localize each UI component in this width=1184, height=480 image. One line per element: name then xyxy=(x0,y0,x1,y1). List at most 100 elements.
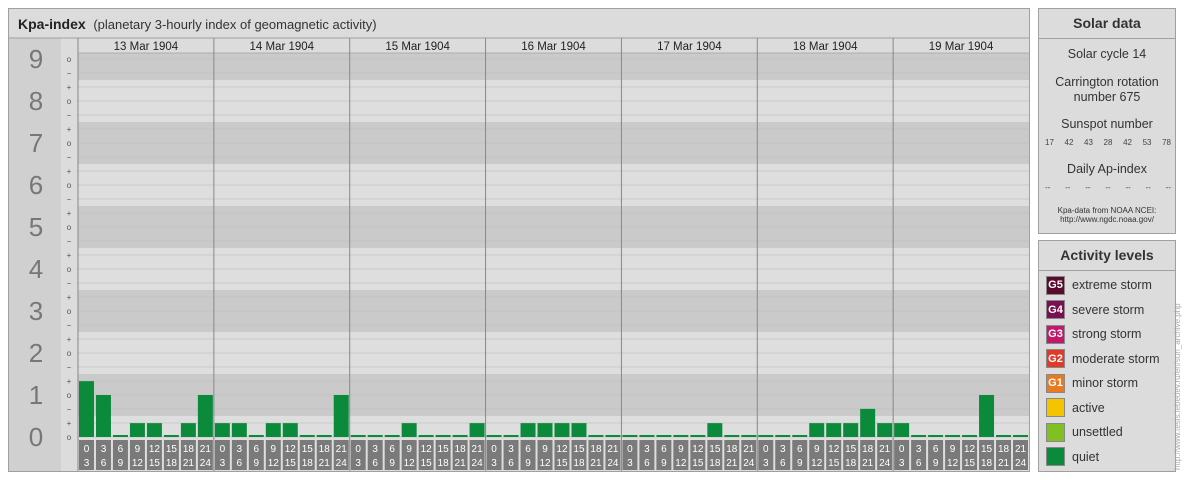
interval-start-label: 3 xyxy=(372,444,378,455)
y-subtick-label: + xyxy=(67,377,72,386)
kp-bar xyxy=(1013,435,1028,437)
interval-end-label: 3 xyxy=(84,458,90,469)
kp-bar xyxy=(95,395,111,437)
interval-start-label: 21 xyxy=(336,444,348,455)
interval-end-label: 21 xyxy=(998,458,1010,469)
kp-bar xyxy=(639,435,655,437)
y-subtick-label: o xyxy=(67,55,72,64)
interval-start-label: 0 xyxy=(220,444,226,455)
interval-start-label: 9 xyxy=(678,444,684,455)
kp-bar xyxy=(741,435,757,437)
interval-start-label: 15 xyxy=(709,444,721,455)
interval-start-label: 9 xyxy=(950,444,956,455)
interval-end-label: 9 xyxy=(525,458,531,469)
y-subtick-label: + xyxy=(67,167,72,176)
interval-end-label: 24 xyxy=(472,458,484,469)
kp-bar xyxy=(520,423,536,437)
interval-end-label: 3 xyxy=(899,458,905,469)
sunspot-value: 78 xyxy=(1162,138,1171,147)
interval-start-label: 6 xyxy=(389,444,395,455)
y-axis-label: 9 xyxy=(29,44,43,74)
interval-start-label: 6 xyxy=(254,444,260,455)
day-label: 19 Mar 1904 xyxy=(929,41,994,53)
interval-start-label: 9 xyxy=(135,444,141,455)
interval-start-label: 3 xyxy=(237,444,243,455)
sunspot-value: 42 xyxy=(1064,138,1074,147)
interval-start-label: 12 xyxy=(828,444,840,455)
kp-bar xyxy=(945,435,961,437)
ap-values: -- -- -- -- -- -- -- xyxy=(1045,183,1171,192)
kp-bar xyxy=(979,395,995,437)
day-label: 17 Mar 1904 xyxy=(657,41,722,53)
interval-start-label: 12 xyxy=(421,444,433,455)
interval-start-label: 6 xyxy=(661,444,667,455)
interval-end-label: 21 xyxy=(590,458,602,469)
kp-bar xyxy=(622,435,638,437)
interval-start-label: 0 xyxy=(763,444,769,455)
interval-start-label: 15 xyxy=(845,444,857,455)
ap-value: -- xyxy=(1105,183,1111,192)
interval-end-label: 18 xyxy=(709,458,721,469)
source-line-2: http://www.ngdc.noaa.gov/ xyxy=(1060,215,1154,224)
y-subtick-label: − xyxy=(67,153,72,162)
ap-label: Daily Ap-index xyxy=(1067,162,1147,176)
interval-start-label: 0 xyxy=(355,444,361,455)
kp-bar xyxy=(537,423,553,437)
interval-start-label: 6 xyxy=(933,444,939,455)
interval-start-label: 12 xyxy=(149,444,161,455)
y-subtick-label: − xyxy=(67,405,72,414)
kp-bar xyxy=(673,435,689,437)
interval-end-label: 15 xyxy=(421,458,433,469)
interval-start-label: 18 xyxy=(590,444,602,455)
kp-bar xyxy=(350,435,366,437)
kp-bar xyxy=(163,435,179,437)
y-axis-label: 1 xyxy=(29,380,43,410)
kp-bar xyxy=(265,423,281,437)
activity-level-swatch: G3 xyxy=(1046,324,1065,344)
kp-bar xyxy=(724,435,740,437)
day-label: 18 Mar 1904 xyxy=(793,41,858,53)
y-axis-label: 3 xyxy=(29,296,43,326)
interval-end-label: 21 xyxy=(183,458,195,469)
activity-level-swatch xyxy=(1046,422,1065,442)
interval-end-label: 12 xyxy=(132,458,144,469)
day-label: 13 Mar 1904 xyxy=(114,41,179,53)
y-axis-label: 2 xyxy=(29,338,43,368)
kp-bar xyxy=(418,435,434,437)
interval-end-label: 18 xyxy=(573,458,585,469)
y-axis-label: 7 xyxy=(29,128,43,158)
sunspot-value: 28 xyxy=(1103,138,1113,147)
interval-end-label: 9 xyxy=(933,458,939,469)
interval-start-label: 15 xyxy=(573,444,585,455)
sunspot-values: 17 42 43 28 42 53 78 xyxy=(1045,138,1171,147)
interval-end-label: 12 xyxy=(404,458,416,469)
y-subtick-label: + xyxy=(67,335,72,344)
interval-end-label: 18 xyxy=(981,458,993,469)
activity-level-item: unsettled xyxy=(1046,422,1123,442)
carrington-line-1: Carrington rotation xyxy=(1055,75,1159,89)
ap-value: -- xyxy=(1165,183,1171,192)
interval-end-label: 24 xyxy=(200,458,212,469)
interval-end-label: 6 xyxy=(916,458,922,469)
kp-bar xyxy=(656,435,672,437)
kp-bar xyxy=(894,423,910,437)
interval-end-label: 3 xyxy=(627,458,633,469)
solar-data-heading: Solar data xyxy=(1039,9,1175,39)
interval-start-label: 18 xyxy=(319,444,331,455)
interval-end-label: 24 xyxy=(607,458,619,469)
interval-end-label: 18 xyxy=(302,458,314,469)
interval-start-label: 12 xyxy=(285,444,297,455)
kp-bar xyxy=(333,395,349,437)
kp-bar xyxy=(197,395,213,437)
activity-levels-panel: Activity levels G5 extreme storm G4 severe … xyxy=(1038,240,1176,472)
kp-bar xyxy=(775,435,791,437)
interval-start-label: 15 xyxy=(302,444,314,455)
y-subtick-label: − xyxy=(67,69,72,78)
interval-end-label: 12 xyxy=(947,458,959,469)
interval-end-label: 15 xyxy=(285,458,297,469)
y-subtick-label: o xyxy=(67,223,72,232)
ap-value: -- xyxy=(1125,183,1131,192)
y-subtick-label: + xyxy=(67,251,72,260)
kp-bar xyxy=(758,435,774,437)
interval-start-label: 18 xyxy=(862,444,874,455)
